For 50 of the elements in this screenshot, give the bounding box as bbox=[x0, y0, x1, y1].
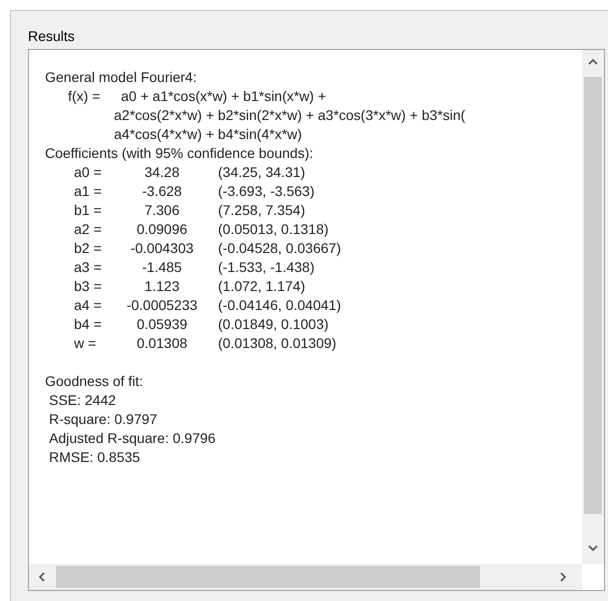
coefficient-value: 0.01308 bbox=[136, 334, 188, 353]
coefficient-value: 34.28 bbox=[143, 163, 181, 182]
goodness-statistic: R-square: 0.9797 bbox=[49, 410, 158, 429]
confidence-bounds: (0.05013, 0.1318) bbox=[218, 220, 329, 239]
formula-line: a2*cos(2*x*w) + b2*sin(2*x*w) + a3*cos(3*x*w) + b3*sin( bbox=[114, 106, 466, 125]
vertical-scrollbar[interactable] bbox=[582, 50, 604, 564]
confidence-bounds: (34.25, 34.31) bbox=[218, 163, 306, 182]
scrollbar-thumb[interactable] bbox=[584, 77, 602, 514]
goodness-heading: Goodness of fit: bbox=[45, 372, 144, 391]
coefficient-value: 0.09096 bbox=[136, 220, 188, 239]
confidence-bounds: (-3.693, -3.563) bbox=[218, 182, 314, 201]
confidence-bounds: (-0.04528, 0.03667) bbox=[218, 239, 341, 258]
confidence-bounds: (7.258, 7.354) bbox=[218, 201, 306, 220]
coefficient-name: b3 = bbox=[74, 277, 103, 296]
confidence-bounds: (-0.04146, 0.04041) bbox=[218, 296, 341, 315]
formula-label: f(x) = bbox=[68, 87, 102, 106]
coefficient-value: -3.628 bbox=[141, 182, 183, 201]
coefficient-name: a4 = bbox=[74, 296, 103, 315]
coefficient-name: w = bbox=[74, 334, 98, 353]
coefficient-value: -1.485 bbox=[141, 258, 183, 277]
horizontal-scrollbar[interactable] bbox=[29, 564, 582, 590]
scroll-down-icon[interactable] bbox=[588, 545, 598, 552]
coefficient-value: 0.05939 bbox=[136, 315, 188, 334]
goodness-statistic: SSE: 2442 bbox=[49, 391, 116, 410]
coefficient-value: 7.306 bbox=[143, 201, 181, 220]
coefficient-name: b1 = bbox=[74, 201, 103, 220]
coefficient-name: a3 = bbox=[74, 258, 103, 277]
formula-line: a4*cos(4*x*w) + b4*sin(4*x*w) bbox=[114, 125, 302, 144]
scroll-up-icon[interactable] bbox=[588, 58, 598, 65]
coefficient-name: b4 = bbox=[74, 315, 103, 334]
panel-title: Results bbox=[28, 29, 75, 43]
goodness-statistic: RMSE: 0.8535 bbox=[49, 448, 140, 467]
scroll-right-icon[interactable] bbox=[560, 572, 567, 582]
formula-line: a0 + a1*cos(x*w) + b1*sin(x*w) + bbox=[121, 87, 326, 106]
coefficient-value: 1.123 bbox=[143, 277, 181, 296]
coefficient-name: a2 = bbox=[74, 220, 103, 239]
confidence-bounds: (0.01849, 0.1003) bbox=[218, 315, 329, 334]
confidence-bounds: (0.01308, 0.01309) bbox=[218, 334, 336, 353]
goodness-statistic: Adjusted R-square: 0.9796 bbox=[49, 429, 216, 448]
coefficient-value: -0.004303 bbox=[129, 239, 195, 258]
coefficient-name: a1 = bbox=[74, 182, 103, 201]
confidence-bounds: (-1.533, -1.438) bbox=[218, 258, 314, 277]
coefficients-heading: Coefficients (with 95% confidence bounds): bbox=[45, 144, 314, 163]
coefficient-name: a0 = bbox=[74, 163, 103, 182]
model-heading: General model Fourier4: bbox=[45, 68, 197, 87]
scrollbar-thumb[interactable] bbox=[56, 566, 480, 588]
confidence-bounds: (1.072, 1.174) bbox=[218, 277, 306, 296]
scroll-left-icon[interactable] bbox=[38, 572, 45, 582]
coefficient-value: -0.0005233 bbox=[126, 296, 198, 315]
coefficient-name: b2 = bbox=[74, 239, 103, 258]
